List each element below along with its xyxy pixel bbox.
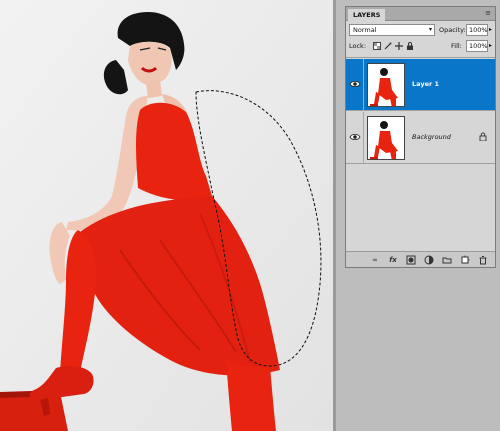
blend-mode-value: Normal bbox=[353, 26, 377, 34]
link-layers-icon[interactable]: ∞ bbox=[370, 255, 380, 265]
opacity-label: Opacity: bbox=[439, 26, 466, 34]
eye-visibility-icon[interactable] bbox=[349, 79, 361, 89]
layer-name[interactable]: Layer 1 bbox=[412, 79, 439, 89]
panel-divider bbox=[346, 57, 495, 58]
chevron-down-icon: ▾ bbox=[428, 26, 432, 33]
eye-visibility-icon[interactable] bbox=[349, 132, 361, 142]
tab-layers[interactable]: LAYERS bbox=[348, 9, 386, 21]
lock-transparent-pixels-icon[interactable] bbox=[373, 42, 381, 50]
document-canvas[interactable] bbox=[0, 0, 333, 431]
layer-row-background[interactable]: Background bbox=[346, 112, 495, 164]
fill-slider-arrow-icon[interactable]: ▸ bbox=[489, 41, 492, 51]
trash-icon[interactable] bbox=[478, 255, 488, 265]
opacity-input[interactable]: 100% bbox=[466, 24, 488, 36]
layer-thumbnail bbox=[367, 63, 405, 107]
layers-panel-toolbar: ∞ fx bbox=[346, 251, 495, 267]
layer-divider bbox=[363, 112, 364, 164]
adjustment-layer-icon[interactable] bbox=[424, 255, 434, 265]
layer-divider bbox=[363, 59, 364, 111]
lock-all-icon[interactable] bbox=[406, 42, 414, 50]
fx-icon[interactable]: fx bbox=[388, 255, 398, 265]
layer-mask-icon[interactable] bbox=[406, 255, 416, 265]
layer-name[interactable]: Background bbox=[412, 132, 451, 142]
layers-list-empty-area bbox=[346, 169, 495, 252]
group-folder-icon[interactable] bbox=[442, 255, 452, 265]
canvas-border bbox=[333, 0, 336, 431]
opacity-slider-arrow-icon[interactable]: ▸ bbox=[489, 25, 492, 35]
lock-label: Lock: bbox=[349, 42, 367, 50]
fill-input[interactable]: 100% bbox=[466, 40, 488, 52]
lock-icon bbox=[479, 132, 487, 141]
lock-image-pixels-icon[interactable] bbox=[384, 42, 392, 50]
blend-mode-select[interactable]: Normal ▾ bbox=[349, 24, 435, 36]
layers-panel: LAYERS ≡ Normal ▾ Opacity: 100% ▸ Lock: … bbox=[345, 6, 496, 268]
layer-row-layer-1[interactable]: Layer 1 bbox=[346, 59, 495, 111]
panel-tab-strip: LAYERS ≡ bbox=[346, 7, 495, 21]
fill-label: Fill: bbox=[451, 42, 462, 50]
lock-position-icon[interactable] bbox=[395, 42, 403, 50]
photo-image bbox=[0, 0, 333, 431]
layer-thumbnail bbox=[367, 116, 405, 160]
new-layer-icon[interactable] bbox=[460, 255, 470, 265]
panel-menu-icon[interactable]: ≡ bbox=[485, 10, 491, 17]
